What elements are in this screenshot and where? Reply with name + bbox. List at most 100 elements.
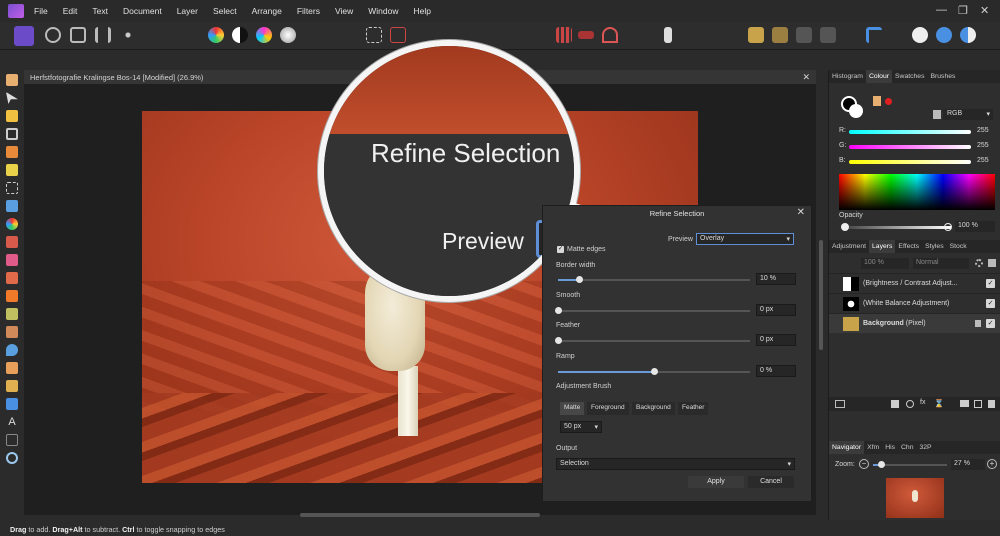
zoom-tool-icon[interactable] xyxy=(6,452,18,464)
smooth-knob[interactable] xyxy=(555,307,562,314)
snapping-magnet-icon[interactable] xyxy=(602,27,618,43)
healing-tool-icon[interactable] xyxy=(6,326,18,338)
fx-icon[interactable]: fx xyxy=(920,399,925,406)
green-value[interactable]: 255 xyxy=(977,142,989,149)
arrange-back-icon[interactable] xyxy=(748,27,764,43)
maximize-icon[interactable]: ❐ xyxy=(958,4,968,17)
tab-adjustment[interactable]: Adjustment xyxy=(829,240,869,253)
layer-visibility-checkbox[interactable]: ✓ xyxy=(986,279,995,288)
photo-persona-icon[interactable] xyxy=(14,26,34,46)
zoom-value[interactable]: 27 % xyxy=(951,459,985,470)
layer-row[interactable]: Background (Pixel) ✓ xyxy=(829,313,1000,333)
red-value[interactable]: 255 xyxy=(977,127,989,134)
ramp-value[interactable]: 0 % xyxy=(756,365,796,377)
layer-row[interactable]: (Brightness / Contrast Adjust... ✓ xyxy=(829,273,1000,293)
green-bar[interactable] xyxy=(849,145,971,149)
menu-layer[interactable]: Layer xyxy=(177,6,198,16)
output-dropdown[interactable]: Selection ▾ xyxy=(556,458,795,470)
minimize-icon[interactable]: — xyxy=(936,4,947,16)
red-bar[interactable] xyxy=(849,130,971,134)
blue-bar[interactable] xyxy=(849,160,971,164)
color-picker-tool-icon[interactable] xyxy=(6,110,18,122)
auto-levels-icon[interactable] xyxy=(208,27,224,43)
layer-opacity-dropdown[interactable]: 100 % xyxy=(861,258,909,269)
ramp-slider[interactable] xyxy=(558,368,750,375)
menu-select[interactable]: Select xyxy=(213,6,237,16)
blend-mode-dropdown[interactable]: Normal xyxy=(913,258,969,269)
preview-dropdown[interactable]: Overlay ▾ xyxy=(696,233,794,245)
layer-row[interactable]: (White Balance Adjustment) ✓ xyxy=(829,293,1000,313)
colour-picker-icon[interactable] xyxy=(873,96,881,106)
blue-slider-row[interactable]: B: 255 xyxy=(839,156,994,168)
dialog-close-icon[interactable]: ✕ xyxy=(797,207,805,218)
layer-visibility-checkbox[interactable]: ✓ xyxy=(986,319,995,328)
zoom-in-icon[interactable]: + xyxy=(987,459,997,469)
secondary-colour-well[interactable] xyxy=(849,104,863,118)
auto-white-balance-icon[interactable] xyxy=(280,27,296,43)
tab-histogram[interactable]: Histogram xyxy=(829,70,866,83)
assistant-icon[interactable] xyxy=(664,27,672,43)
pen-tool-icon[interactable] xyxy=(6,380,18,392)
marquee-tool-icon[interactable] xyxy=(6,182,18,194)
vertical-scrollbar[interactable] xyxy=(819,240,823,350)
colour-model-dropdown[interactable]: RGB ▾ xyxy=(943,109,993,120)
tab-stock[interactable]: Stock xyxy=(947,240,970,253)
gradient-tool-icon[interactable] xyxy=(6,218,18,230)
menu-edit[interactable]: Edit xyxy=(63,6,78,16)
layer-visibility-checkbox[interactable]: ✓ xyxy=(986,299,995,308)
export-persona-icon[interactable] xyxy=(120,27,136,43)
brush-mode-background[interactable]: Background xyxy=(632,402,675,415)
tab-channels[interactable]: Chn xyxy=(898,441,916,454)
tab-colour[interactable]: Colour xyxy=(865,70,893,83)
tab-brushes[interactable]: Brushes xyxy=(927,70,958,83)
feather-value[interactable]: 0 px xyxy=(756,334,796,346)
menu-text[interactable]: Text xyxy=(92,6,108,16)
menu-help[interactable]: Help xyxy=(414,6,431,16)
menu-view[interactable]: View xyxy=(335,6,353,16)
develop-persona-icon[interactable] xyxy=(70,27,86,43)
zoom-out-icon[interactable]: − xyxy=(859,459,869,469)
feather-knob[interactable] xyxy=(555,337,562,344)
border-width-value[interactable]: 10 % xyxy=(756,273,796,285)
text-tool-icon[interactable]: A xyxy=(6,416,18,428)
mask-layer-icon[interactable] xyxy=(891,400,899,408)
tone-mapping-persona-icon[interactable] xyxy=(95,27,111,43)
blue-value[interactable]: 255 xyxy=(977,157,989,164)
feather-slider[interactable] xyxy=(555,337,750,344)
no-fill-icon[interactable] xyxy=(885,98,892,105)
menu-file[interactable]: File xyxy=(34,6,48,16)
auto-contrast-icon[interactable] xyxy=(232,27,248,43)
opacity-min-knob[interactable] xyxy=(841,223,849,231)
dodge-tool-icon[interactable] xyxy=(6,290,18,302)
tab-styles[interactable]: Styles xyxy=(922,240,947,253)
paint-brush-tool-icon[interactable] xyxy=(6,236,18,248)
brush-mode-foreground[interactable]: Foreground xyxy=(587,402,629,415)
boolean-intersect-icon[interactable] xyxy=(960,27,976,43)
auto-colors-icon[interactable] xyxy=(256,27,272,43)
arrange-forward-icon[interactable] xyxy=(796,27,812,43)
opacity-value[interactable]: 100 % xyxy=(955,221,995,232)
smudge-tool-icon[interactable] xyxy=(6,362,18,374)
mesh-warp-tool-icon[interactable] xyxy=(6,434,18,446)
horizontal-scrollbar[interactable] xyxy=(300,513,540,517)
smooth-value[interactable]: 0 px xyxy=(756,304,796,316)
tab-navigator[interactable]: Navigator xyxy=(829,441,865,454)
apply-button[interactable]: Apply xyxy=(688,476,744,488)
crop-tool-icon[interactable] xyxy=(6,128,18,140)
brush-mode-feather[interactable]: Feather xyxy=(678,402,709,415)
layer-lock-icon[interactable] xyxy=(988,259,996,267)
red-slider-row[interactable]: R: 255 xyxy=(839,126,994,138)
navigator-thumbnail[interactable] xyxy=(886,478,944,518)
opacity-slider[interactable] xyxy=(845,226,951,229)
mask-icon[interactable] xyxy=(578,31,594,39)
live-filter-icon[interactable]: ⌛ xyxy=(934,399,944,408)
cancel-button[interactable]: Cancel xyxy=(748,476,794,488)
liquify-persona-icon[interactable] xyxy=(45,27,61,43)
ramp-knob[interactable] xyxy=(651,368,658,375)
move-tool-icon[interactable] xyxy=(6,92,18,104)
tab-effects[interactable]: Effects xyxy=(895,240,922,253)
boolean-subtract-icon[interactable] xyxy=(936,27,952,43)
folder-icon[interactable] xyxy=(960,400,969,407)
color-replacement-tool-icon[interactable] xyxy=(6,254,18,266)
flood-select-tool-icon[interactable] xyxy=(6,164,18,176)
